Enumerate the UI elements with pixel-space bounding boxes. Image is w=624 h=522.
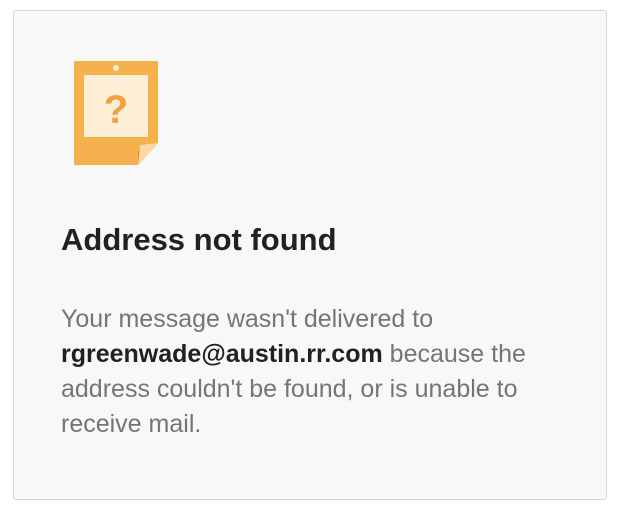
recipient-address: rgreenwade@austin.rr.com: [61, 340, 383, 368]
bounce-notice-card: ? Address not found Your message wasn't …: [13, 10, 607, 500]
note-fold: [138, 143, 158, 165]
message-lead: Your message wasn't delivered to: [61, 305, 434, 333]
bounce-message: Your message wasn't delivered to rgreenwa…: [61, 302, 581, 442]
note-pin: [113, 65, 119, 71]
question-mark-glyph: ?: [104, 88, 128, 132]
page-title: Address not found: [61, 222, 337, 257]
unknown-address-note-icon: ?: [74, 61, 158, 165]
